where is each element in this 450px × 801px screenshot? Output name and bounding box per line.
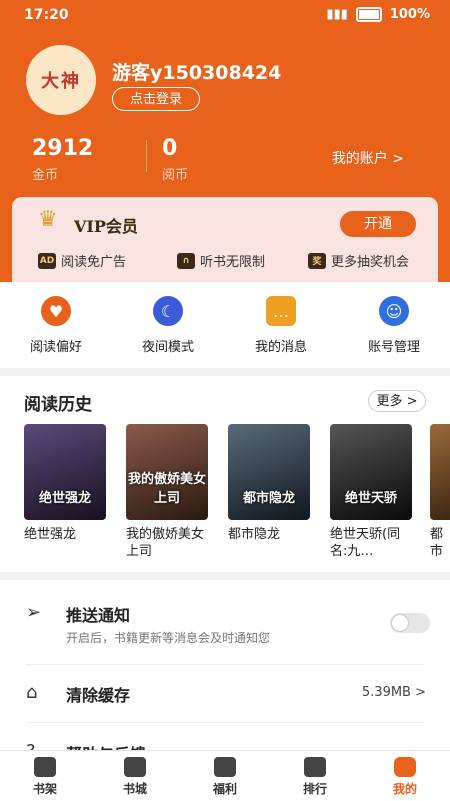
quick-action-label: 阅读偏好 bbox=[29, 340, 82, 355]
my-messages-button[interactable]: … 我的消息 bbox=[231, 296, 331, 355]
night-mode-button[interactable]: ☾ 夜间模式 bbox=[118, 296, 218, 355]
account-management-button[interactable]: ☺ 账号管理 bbox=[344, 296, 444, 355]
heart-icon: ♥ bbox=[41, 296, 71, 326]
cover-title: 绝世天骄 bbox=[344, 491, 397, 506]
trophy-icon bbox=[304, 757, 326, 777]
more-button[interactable]: 更多 > bbox=[368, 390, 426, 412]
history-book[interactable]: 遗 都市医 bbox=[430, 424, 450, 560]
read-coins-value: 0 bbox=[162, 136, 178, 161]
message-icon: … bbox=[266, 296, 296, 326]
push-notification-row: ➢ 推送通知 开启后，书籍更新等消息会及时通知您 bbox=[0, 580, 450, 664]
quick-action-label: 账号管理 bbox=[367, 340, 420, 355]
vip-title: VIP会员 bbox=[74, 217, 138, 236]
stat-divider bbox=[146, 140, 147, 172]
history-title: 阅读历史 bbox=[24, 395, 92, 415]
prize-icon: 奖 bbox=[308, 252, 326, 269]
ad-icon: AD bbox=[38, 252, 56, 269]
battery-percent: 100% bbox=[389, 7, 430, 22]
vip-feature-label: 听书无限制 bbox=[200, 255, 266, 270]
crown-icon: ♛ bbox=[38, 207, 58, 232]
history-book[interactable]: 绝世天骄 绝世天骄(同名:九… bbox=[330, 424, 412, 560]
push-label: 推送通知 bbox=[66, 606, 131, 625]
signal-icon: ▮▮▮ bbox=[326, 7, 348, 22]
nav-label: 我的 bbox=[392, 782, 417, 796]
quick-action-label: 夜间模式 bbox=[141, 340, 194, 355]
book-cover: 绝世天骄 bbox=[330, 424, 412, 520]
history-book[interactable]: 我的傲娇美女上司 我的傲娇美女上司 bbox=[126, 424, 208, 560]
settings-list: ➢ 推送通知 开启后，书籍更新等消息会及时通知您 ⌂ 清除缓存 5.39MB >… bbox=[0, 580, 450, 764]
read-coins-label: 阅币 bbox=[162, 168, 189, 183]
moon-icon: ☾ bbox=[153, 296, 183, 326]
nav-bookstore[interactable]: 书城 bbox=[90, 757, 180, 797]
vip-open-button[interactable]: 开通 bbox=[340, 211, 416, 237]
book-title: 都市医 bbox=[430, 527, 444, 559]
quick-action-label: 我的消息 bbox=[254, 340, 307, 355]
push-toggle[interactable] bbox=[390, 613, 430, 633]
book-title: 都市隐龙 bbox=[228, 527, 281, 542]
cache-label: 清除缓存 bbox=[66, 686, 131, 705]
vip-feature-no-ads: AD 阅读免广告 bbox=[38, 251, 126, 270]
reading-history: 阅读历史 更多 > 绝世强龙 绝世强龙 我的傲娇美女上司 我的傲娇美女上司 都市… bbox=[0, 376, 450, 572]
nav-bookshelf[interactable]: 书架 bbox=[0, 757, 90, 797]
book-cover: 绝世强龙 bbox=[24, 424, 106, 520]
cover-title: 我的傲娇美女上司 bbox=[128, 472, 207, 506]
vip-card[interactable]: ♛ VIP会员 开通 AD 阅读免广告 ∩ 听书无限制 奖 更多抽奖机会 bbox=[12, 197, 438, 282]
cache-icon: ⌂ bbox=[26, 682, 38, 703]
cache-size: 5.39MB > bbox=[361, 685, 426, 700]
book-cover: 遗 bbox=[430, 424, 450, 520]
headphones-icon: ∩ bbox=[177, 252, 195, 269]
status-time: 17:20 bbox=[24, 7, 69, 23]
nav-ranking[interactable]: 排行 bbox=[270, 757, 360, 797]
toggle-knob bbox=[392, 615, 408, 631]
status-icons: ▮▮▮ 100% bbox=[326, 7, 430, 22]
book-cover: 我的傲娇美女上司 bbox=[126, 424, 208, 520]
gift-icon bbox=[214, 757, 236, 777]
nav-mine[interactable]: 我的 bbox=[360, 757, 450, 797]
avatar[interactable]: 大神 bbox=[26, 45, 96, 115]
bottom-navigation: 书架 书城 福利 排行 我的 bbox=[0, 750, 450, 801]
coins-label: 金币 bbox=[32, 168, 59, 183]
user-icon: ☺ bbox=[379, 296, 409, 326]
book-title: 我的傲娇美女上司 bbox=[126, 527, 205, 559]
username: 游客y150308424 bbox=[112, 62, 282, 84]
nav-label: 书架 bbox=[32, 782, 57, 796]
book-title: 绝世天骄(同名:九… bbox=[330, 527, 401, 559]
book-title: 绝世强龙 bbox=[24, 527, 77, 542]
push-description: 开启后，书籍更新等消息会及时通知您 bbox=[66, 631, 271, 645]
nav-label: 书城 bbox=[122, 782, 147, 796]
battery-icon bbox=[355, 7, 382, 22]
avatar-text: 大神 bbox=[41, 71, 81, 92]
coins-value: 2912 bbox=[32, 136, 94, 161]
clear-cache-row[interactable]: ⌂ 清除缓存 5.39MB > bbox=[0, 665, 450, 721]
book-cover: 都市隐龙 bbox=[228, 424, 310, 520]
quick-actions: ♥ 阅读偏好 ☾ 夜间模式 … 我的消息 ☺ 账号管理 bbox=[0, 282, 450, 368]
vip-feature-lottery: 奖 更多抽奖机会 bbox=[308, 251, 409, 270]
vip-feature-audio: ∩ 听书无限制 bbox=[177, 251, 265, 270]
history-book[interactable]: 都市隐龙 都市隐龙 bbox=[228, 424, 310, 543]
bookshelf-icon bbox=[34, 757, 56, 777]
status-bar: 17:20 ▮▮▮ 100% bbox=[0, 0, 450, 32]
cover-title: 绝世强龙 bbox=[38, 491, 91, 506]
send-icon: ➢ bbox=[26, 602, 42, 623]
nav-welfare[interactable]: 福利 bbox=[180, 757, 270, 797]
my-account-link[interactable]: 我的账户 > bbox=[332, 148, 404, 168]
reading-preference-button[interactable]: ♥ 阅读偏好 bbox=[6, 296, 106, 355]
cover-title: 都市隐龙 bbox=[242, 491, 295, 506]
nav-label: 排行 bbox=[302, 782, 327, 796]
vip-feature-label: 阅读免广告 bbox=[61, 255, 127, 270]
cover-title: 遗 bbox=[432, 487, 450, 506]
history-book[interactable]: 绝世强龙 绝世强龙 bbox=[24, 424, 106, 543]
book-icon bbox=[124, 757, 146, 777]
nav-label: 福利 bbox=[212, 782, 237, 796]
profile-icon bbox=[394, 757, 416, 777]
vip-feature-label: 更多抽奖机会 bbox=[331, 255, 410, 270]
profile-header: 17:20 ▮▮▮ 100% 大神 游客y150308424 点击登录 2912… bbox=[0, 0, 450, 282]
login-button[interactable]: 点击登录 bbox=[112, 87, 200, 111]
